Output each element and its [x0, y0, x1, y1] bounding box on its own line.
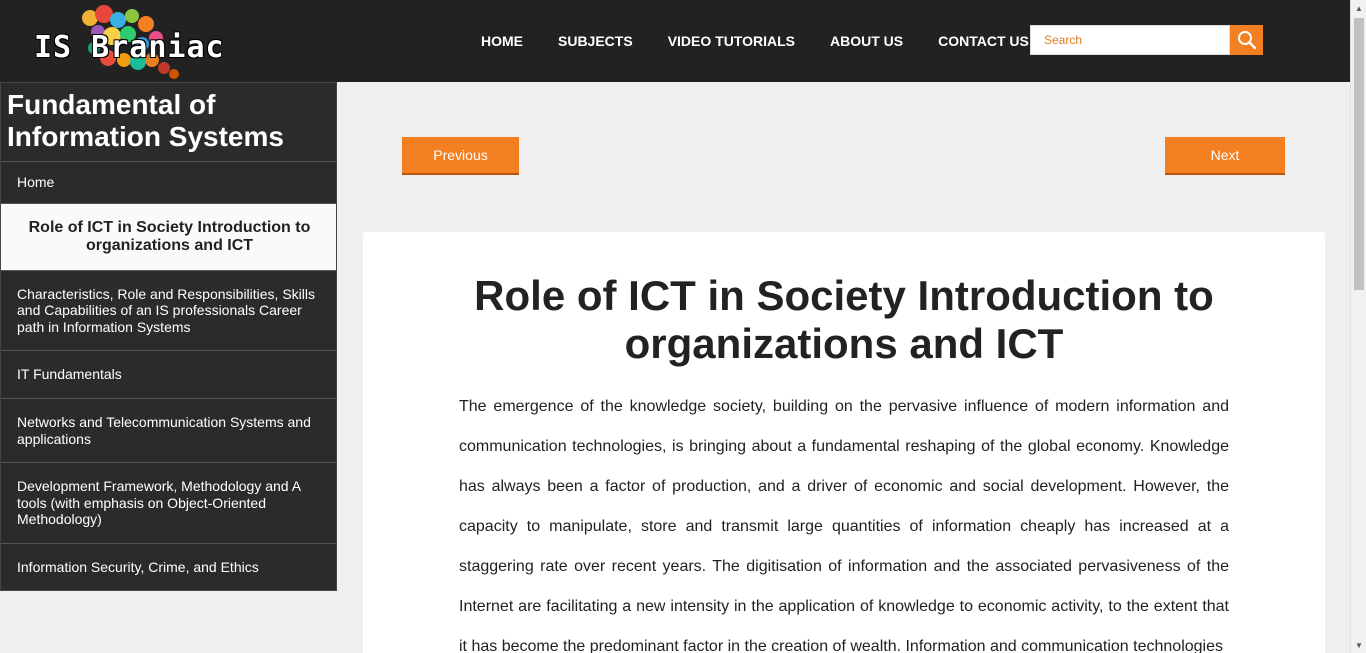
- sidebar-item-label: Home: [17, 174, 55, 191]
- sidebar-item-is-professionals[interactable]: Characteristics, Role and Responsibiliti…: [1, 270, 336, 350]
- scroll-thumb[interactable]: [1354, 18, 1364, 290]
- article-card: Role of ICT in Society Introduction to o…: [363, 232, 1325, 653]
- sidebar-item-label: Characteristics, Role and Responsibiliti…: [17, 285, 316, 335]
- sidebar-item-label: Development Framework, Methodology and A…: [17, 478, 301, 528]
- search-icon: [1237, 31, 1256, 50]
- sidebar-item-role-of-ict[interactable]: Role of ICT in Society Introduction to o…: [1, 203, 336, 270]
- nav-about-us[interactable]: ABOUT US: [830, 33, 903, 49]
- previous-button[interactable]: Previous: [402, 137, 519, 175]
- main-nav: HOME SUBJECTS VIDEO TUTORIALS ABOUT US C…: [481, 0, 1064, 82]
- next-button[interactable]: Next: [1165, 137, 1285, 175]
- site-header: IS Braniac HOME SUBJECTS VIDEO TUTORIALS…: [0, 0, 1350, 82]
- sidebar: Fundamental of Information Systems Home …: [0, 82, 337, 591]
- sidebar-item-it-fundamentals[interactable]: IT Fundamentals: [1, 350, 336, 398]
- nav-home[interactable]: HOME: [481, 33, 523, 49]
- sidebar-item-networks[interactable]: Networks and Telecommunication Systems a…: [1, 398, 336, 462]
- sidebar-item-label: Role of ICT in Society Introduction to o…: [28, 219, 311, 254]
- nav-contact-us[interactable]: CONTACT US: [938, 33, 1029, 49]
- article-body: The emergence of the knowledge society, …: [459, 398, 1229, 653]
- sidebar-item-label: Networks and Telecommunication Systems a…: [17, 414, 311, 447]
- page-scrollbar[interactable]: ▲ ▼: [1350, 0, 1366, 653]
- search-input[interactable]: [1031, 26, 1229, 54]
- sidebar-item-home[interactable]: Home: [1, 161, 336, 203]
- sidebar-title: Fundamental of Information Systems: [7, 89, 284, 152]
- site-logo[interactable]: IS Braniac: [28, 4, 228, 80]
- scroll-up-arrow-icon[interactable]: ▲: [1351, 0, 1366, 16]
- nav-subjects[interactable]: SUBJECTS: [558, 33, 633, 49]
- sidebar-item-information-security[interactable]: Information Security, Crime, and Ethics: [1, 543, 336, 590]
- sidebar-item-label: IT Fundamentals: [17, 366, 122, 383]
- sidebar-item-label: Information Security, Crime, and Ethics: [17, 558, 259, 575]
- article-title: Role of ICT in Society Introduction to o…: [474, 272, 1214, 367]
- logo-text: IS Braniac: [34, 30, 225, 65]
- scroll-down-arrow-icon[interactable]: ▼: [1351, 637, 1366, 653]
- sidebar-item-development-framework[interactable]: Development Framework, Methodology and A…: [1, 462, 336, 543]
- search-box: [1030, 25, 1230, 55]
- search-button[interactable]: [1230, 25, 1263, 55]
- nav-video-tutorials[interactable]: VIDEO TUTORIALS: [668, 33, 795, 49]
